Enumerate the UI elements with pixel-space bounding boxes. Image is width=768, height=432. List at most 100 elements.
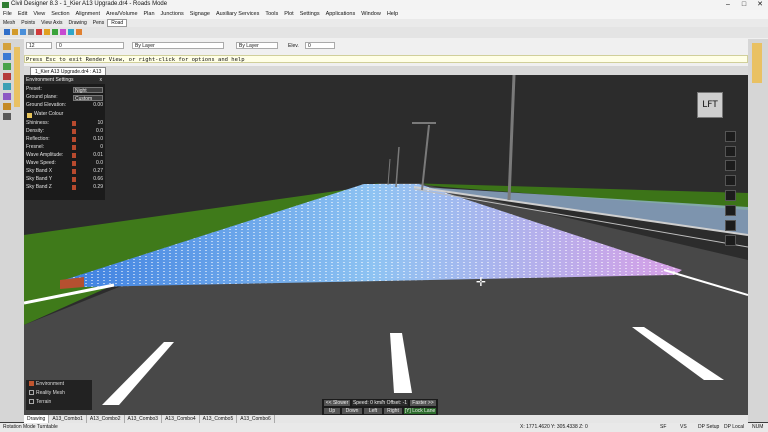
menu-signage[interactable]: Signage — [187, 10, 213, 19]
tab-combo3[interactable]: A13_Combo3 — [125, 415, 163, 423]
wave-amplitude-slider[interactable] — [72, 153, 76, 158]
tab-combo2[interactable]: A13_Combo2 — [87, 415, 125, 423]
wave-speed-slider[interactable] — [72, 161, 76, 166]
colour-field[interactable]: By Layer — [236, 42, 278, 49]
checkbox-checked-icon[interactable] — [29, 381, 34, 387]
lock-lane-toggle[interactable]: [Y] Lock Lane — [404, 408, 436, 414]
checkbox-icon[interactable] — [29, 390, 34, 396]
tab-pens[interactable]: Pens — [90, 19, 107, 27]
tab-points[interactable]: Points — [18, 19, 38, 27]
string-icon[interactable] — [3, 103, 11, 110]
menu-auxiliary-services[interactable]: Auxiliary Services — [213, 10, 262, 19]
tab-view-axis[interactable]: View Axis — [38, 19, 65, 27]
mesh-icon[interactable] — [3, 83, 11, 90]
preset-select[interactable]: Night — [73, 87, 103, 94]
water-colour-swatch[interactable] — [27, 113, 32, 118]
close-button[interactable]: ✕ — [752, 0, 768, 10]
save-icon[interactable] — [20, 29, 26, 35]
render-viewport[interactable]: ✛ — [24, 75, 748, 415]
sky-band-y-slider[interactable] — [72, 177, 76, 182]
menu-applications[interactable]: Applications — [323, 10, 359, 19]
undo-icon[interactable] — [28, 29, 34, 35]
settings-icon[interactable] — [3, 113, 11, 120]
pen-field[interactable]: 0 — [56, 42, 124, 49]
walk-icon[interactable] — [725, 205, 736, 216]
fresnel-slider[interactable] — [72, 145, 76, 150]
tab-road[interactable]: Road — [107, 19, 128, 27]
maximize-button[interactable]: □ — [736, 0, 752, 10]
render-icon[interactable] — [725, 131, 736, 142]
linetype-field[interactable]: By Layer — [132, 42, 224, 49]
pan-icon[interactable] — [44, 29, 50, 35]
wave-amplitude-value[interactable]: 0.01 — [93, 152, 103, 159]
left-button[interactable]: Left — [364, 408, 382, 414]
menu-plan[interactable]: Plan — [141, 10, 158, 19]
tab-drawing[interactable]: Drawing — [65, 19, 89, 27]
tab-combo1[interactable]: A13_Combo1 — [49, 415, 87, 423]
menu-window[interactable]: Window — [358, 10, 384, 19]
document-tab[interactable]: 1_Kier A13 Upgrade.dr4 : A13 — [30, 67, 107, 75]
tab-combo5[interactable]: A13_Combo5 — [200, 415, 238, 423]
sky-band-z-slider[interactable] — [72, 185, 76, 190]
fly-icon[interactable] — [725, 220, 736, 231]
eye-icon[interactable] — [725, 160, 736, 171]
options-icon[interactable] — [725, 235, 736, 246]
shininess-slider[interactable] — [72, 121, 76, 126]
zoom-icon[interactable] — [52, 29, 58, 35]
shininess-value[interactable]: 10 — [97, 120, 103, 127]
side-panel-tab[interactable] — [14, 47, 20, 107]
layers-icon[interactable] — [3, 53, 11, 60]
menu-junctions[interactable]: Junctions — [158, 10, 187, 19]
right-panel-tab[interactable] — [752, 43, 762, 83]
tab-combo6[interactable]: A13_Combo6 — [237, 415, 275, 423]
open-icon[interactable] — [12, 29, 18, 35]
delete-icon[interactable] — [36, 29, 42, 35]
menu-area-volume[interactable]: Area/Volume — [103, 10, 141, 19]
menu-edit[interactable]: Edit — [15, 10, 30, 19]
terrain-icon[interactable] — [3, 63, 11, 70]
drive-icon[interactable] — [725, 190, 736, 201]
slower-button[interactable]: << Slower — [324, 400, 350, 406]
minimize-button[interactable]: – — [720, 0, 736, 10]
menu-plot[interactable]: Plot — [281, 10, 296, 19]
elev-field[interactable]: 0 — [305, 42, 335, 49]
tab-mesh[interactable]: Mesh — [0, 19, 18, 27]
ground-plane-select[interactable]: Custom — [73, 95, 103, 102]
menu-help[interactable]: Help — [384, 10, 401, 19]
sphere-icon[interactable] — [725, 146, 736, 157]
new-icon[interactable] — [4, 29, 10, 35]
sf-status[interactable]: SF — [660, 423, 666, 432]
env-close-button[interactable]: x — [100, 76, 103, 84]
fresnel-value[interactable]: 0 — [100, 144, 103, 151]
right-button[interactable]: Right — [384, 408, 402, 414]
menu-alignment[interactable]: Alignment — [73, 10, 103, 19]
up-button[interactable]: Up — [324, 408, 340, 414]
sky-band-x-value[interactable]: 0.27 — [93, 168, 103, 175]
section-icon[interactable] — [3, 73, 11, 80]
dp-local-status[interactable]: DP Local — [724, 423, 744, 432]
density-slider[interactable] — [72, 129, 76, 134]
sky-band-y-value[interactable]: 0.66 — [93, 176, 103, 183]
vs-status[interactable]: VS — [680, 423, 687, 432]
menu-section[interactable]: Section — [48, 10, 72, 19]
layer-field[interactable]: 12 — [26, 42, 52, 49]
sky-band-z-value[interactable]: 0.29 — [93, 184, 103, 191]
layer-environment[interactable]: Environment — [29, 381, 64, 388]
arrow-up-icon[interactable] — [76, 29, 82, 35]
checkbox-icon[interactable] — [29, 399, 34, 405]
density-value[interactable]: 0.0 — [96, 128, 103, 135]
menu-settings[interactable]: Settings — [297, 10, 323, 19]
dp-setup-status[interactable]: DP Setup — [698, 423, 719, 432]
properties-icon[interactable] — [3, 43, 11, 50]
measure-icon[interactable] — [60, 29, 66, 35]
reflection-slider[interactable] — [72, 137, 76, 142]
point-icon[interactable] — [3, 93, 11, 100]
layer-terrain[interactable]: Terrain — [29, 399, 51, 406]
sky-band-x-slider[interactable] — [72, 169, 76, 174]
reflection-value[interactable]: 0.10 — [93, 136, 103, 143]
camera-icon[interactable] — [725, 175, 736, 186]
faster-button[interactable]: Faster >> — [410, 400, 436, 406]
tab-combo4[interactable]: A13_Combo4 — [162, 415, 200, 423]
menu-view[interactable]: View — [30, 10, 48, 19]
layer-reality-mesh[interactable]: Reality Mesh — [29, 390, 65, 397]
